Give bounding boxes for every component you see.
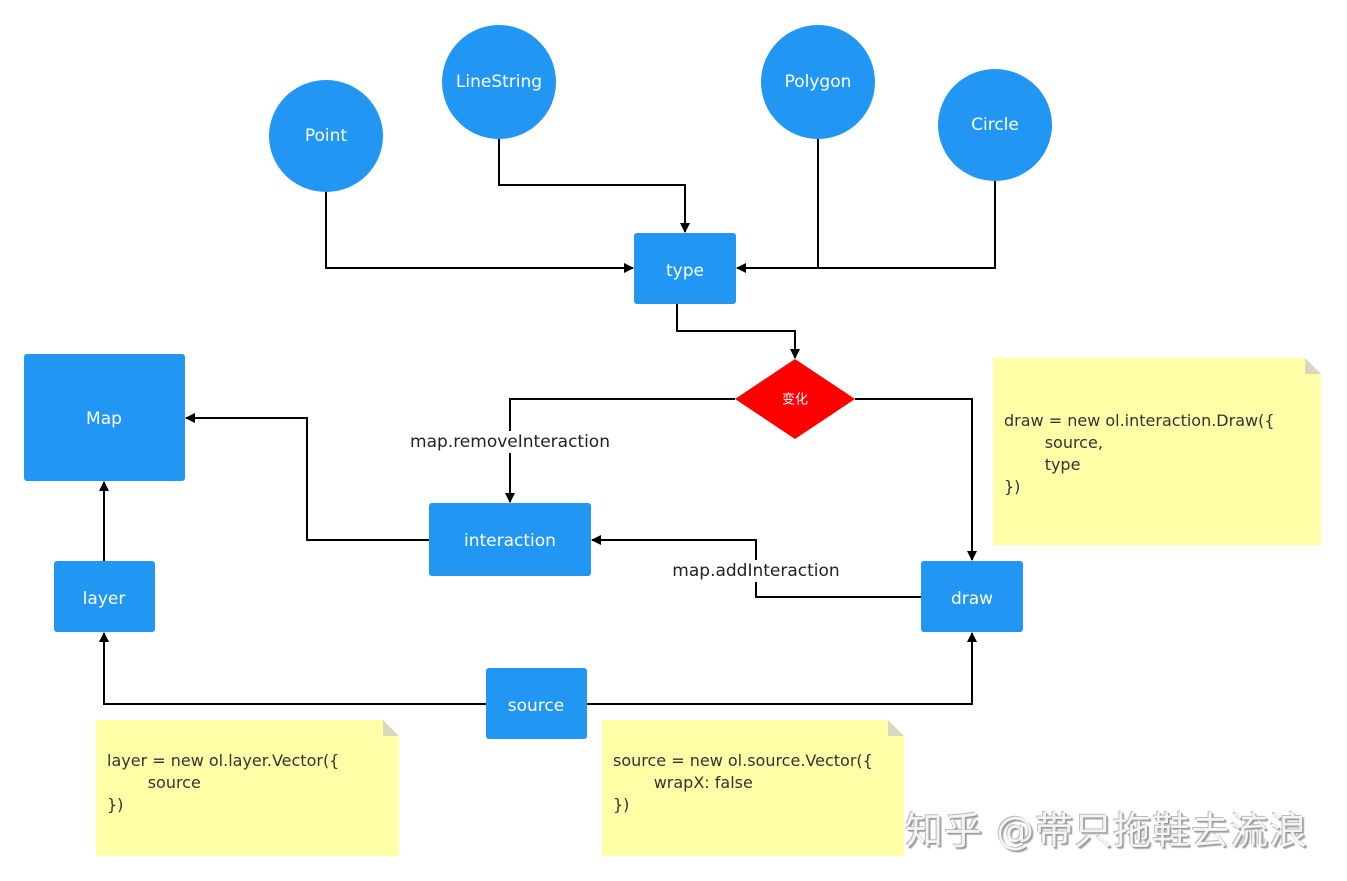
watermark: 知乎 @带只拖鞋去流浪 — [905, 809, 1309, 853]
node-point-label: Point — [305, 126, 348, 146]
note-draw-code: draw = new ol.interaction.Draw({ source,… — [993, 358, 1321, 545]
node-map-label: Map — [86, 409, 122, 429]
node-linestring-label: LineString — [456, 72, 542, 92]
node-source-label: source — [508, 696, 564, 716]
node-interaction-label: interaction — [464, 531, 556, 551]
node-layer-label: layer — [83, 589, 126, 609]
edge-circle-type — [818, 181, 996, 269]
node-circle-label: Circle — [971, 115, 1019, 135]
edge-point-type — [325, 192, 634, 273]
edge-source-layer — [99, 632, 486, 705]
edge-change-draw — [855, 398, 977, 561]
edge-label-add-interaction: map.addInteraction — [672, 561, 839, 581]
note-source-code: source = new ol.source.Vector({ wrapX: f… — [602, 720, 904, 856]
node-change-label: 变化 — [782, 392, 808, 408]
edge-interaction-map — [185, 413, 429, 541]
note-layer-code: layer = new ol.layer.Vector({ source }) — [96, 720, 399, 856]
edge-source-draw — [587, 632, 977, 705]
node-type-label: type — [666, 261, 704, 281]
edge-type-change — [676, 304, 800, 359]
edge-linestring-type — [498, 139, 690, 233]
node-draw-label: draw — [951, 589, 993, 609]
edge-polygon-type — [736, 139, 819, 273]
node-polygon-label: Polygon — [785, 72, 852, 92]
edge-label-remove-interaction: map.removeInteraction — [410, 432, 610, 452]
